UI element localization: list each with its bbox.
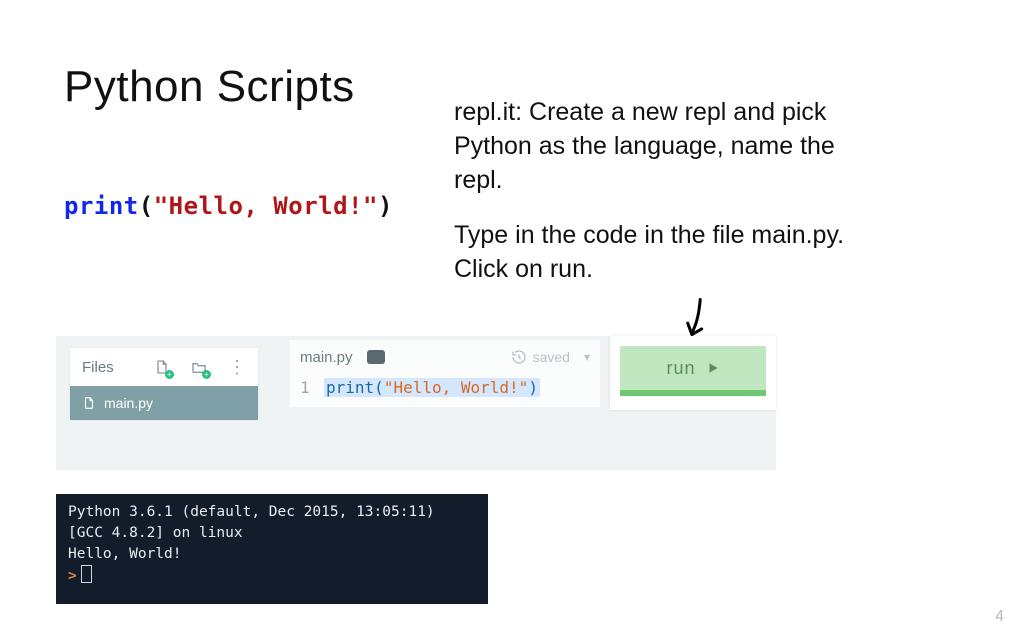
editor-view-toggle-icon[interactable] [367,350,385,364]
file-item-label: main.py [104,395,153,411]
terminal-line-1: Python 3.6.1 (default, Dec 2015, 13:05:1… [68,504,435,520]
files-header: Files + + ⋮ [70,348,258,386]
terminal-cursor-icon [81,565,92,583]
run-button-label: run [666,358,695,379]
more-options-icon[interactable]: ⋮ [228,357,246,378]
saved-label: saved [533,349,570,365]
code-sample: print("Hello, World!") [64,192,393,220]
saved-indicator: saved [511,349,570,365]
chevron-down-icon[interactable]: ▾ [584,350,590,364]
editor-panel: main.py saved ▾ 1 print("Hello, World!") [290,340,600,407]
code-open-paren: ( [139,192,154,220]
editor-content[interactable]: 1 print("Hello, World!") [290,374,600,407]
editor-close: ) [528,378,538,397]
plus-badge-icon: + [165,370,174,379]
page-title: Python Scripts [64,62,355,112]
instruction-paragraph-1: repl.it: Create a new repl and pick Pyth… [454,96,884,197]
run-panel: run [610,336,776,410]
run-button[interactable]: run [620,346,766,396]
editor-str: "Hello, World!" [384,378,529,397]
terminal-line-3: Hello, World! [68,546,182,562]
file-icon [82,396,96,410]
terminal-prompt: > [68,568,77,584]
code-string: "Hello, World!" [154,192,378,220]
play-icon [706,361,720,375]
instruction-paragraph-2: Type in the code in the file main.py. Cl… [454,219,884,287]
instructions-block: repl.it: Create a new repl and pick Pyth… [454,96,884,309]
new-folder-icon[interactable]: + [191,358,208,376]
editor-open: ( [374,378,384,397]
file-item-mainpy[interactable]: main.py [70,386,258,420]
plus-badge-icon: + [202,370,211,379]
editor-fn: print [326,378,374,397]
files-panel: Files + + ⋮ main.py [70,348,258,420]
editor-tab[interactable]: main.py [300,349,353,366]
files-header-label: Files [82,359,114,376]
code-close-paren: ) [378,192,393,220]
history-icon [511,349,527,365]
code-fn: print [64,192,139,220]
terminal-output: Python 3.6.1 (default, Dec 2015, 13:05:1… [56,494,488,604]
page-number: 4 [995,608,1004,626]
editor-tab-bar: main.py saved ▾ [290,340,600,374]
new-file-icon[interactable]: + [154,358,171,376]
terminal-line-2: [GCC 4.8.2] on linux [68,525,243,541]
editor-code-line: print("Hello, World!") [324,378,540,397]
line-number: 1 [300,378,324,397]
